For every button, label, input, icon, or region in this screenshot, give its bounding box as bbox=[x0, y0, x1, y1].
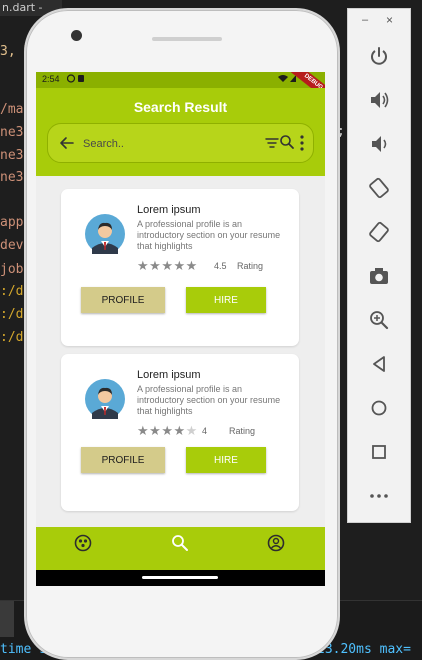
power-icon bbox=[371, 47, 387, 65]
avatar bbox=[85, 214, 125, 254]
home-button[interactable] bbox=[364, 393, 394, 423]
earpiece-speaker bbox=[152, 37, 222, 41]
code-fragment: /ma bbox=[0, 102, 24, 117]
arrow-back-icon[interactable] bbox=[57, 133, 77, 153]
hire-button[interactable]: HIRE bbox=[186, 287, 266, 313]
search-bar[interactable] bbox=[47, 123, 314, 163]
status-time: 2:54 bbox=[42, 74, 60, 84]
rating-value: 4.5 bbox=[214, 261, 227, 271]
code-fragment: ne3 bbox=[0, 125, 24, 140]
search-icon[interactable] bbox=[171, 534, 189, 552]
profile-button[interactable]: PROFILE bbox=[81, 447, 165, 473]
device-screen: 2:54 DEBUG Search Result Search.. Lorem … bbox=[36, 72, 325, 586]
star-icon: ★ bbox=[149, 423, 162, 438]
star-icon: ★ bbox=[185, 258, 198, 273]
overview-icon bbox=[372, 445, 386, 459]
result-card: Lorem ipsum A professional profile is an… bbox=[61, 189, 299, 346]
star-outline-icon: ★ bbox=[185, 423, 198, 438]
star-icon: ★ bbox=[137, 258, 150, 273]
page-title: Search Result bbox=[133, 99, 228, 115]
minimize-button[interactable]: – bbox=[362, 14, 368, 26]
more-icon bbox=[370, 494, 388, 498]
profile-button[interactable]: PROFILE bbox=[81, 287, 165, 313]
code-fragment: ne3 bbox=[0, 170, 24, 185]
zoom-button[interactable] bbox=[364, 305, 394, 335]
result-card: Lorem ipsum A professional profile is an… bbox=[61, 354, 299, 511]
profile-description: A professional profile is an introductor… bbox=[137, 219, 281, 251]
terminal-text-right: 23.20ms max= bbox=[317, 642, 411, 657]
volume-down-button[interactable] bbox=[364, 129, 394, 159]
status-bar: 2:54 DEBUG bbox=[36, 72, 325, 105]
code-fragment: job bbox=[0, 262, 24, 277]
code-fragment: :/d bbox=[0, 330, 24, 345]
close-button[interactable]: × bbox=[386, 13, 393, 27]
home-gesture-handle[interactable] bbox=[142, 576, 218, 579]
app-bar: Search Result bbox=[36, 88, 325, 176]
code-fragment: :/d bbox=[0, 307, 24, 322]
system-gesture-bar bbox=[36, 570, 325, 586]
code-fragment: dev bbox=[0, 238, 24, 253]
hire-button[interactable]: HIRE bbox=[186, 447, 266, 473]
volume-up-button[interactable] bbox=[364, 85, 394, 115]
bottom-navigation bbox=[36, 527, 325, 570]
rotate-left-button[interactable] bbox=[364, 173, 394, 203]
back-icon bbox=[373, 356, 385, 372]
avatar bbox=[85, 379, 125, 419]
star-icon: ★ bbox=[149, 258, 162, 273]
code-fragment: ne3 bbox=[0, 148, 24, 163]
star-icon: ★ bbox=[137, 423, 150, 438]
rotate-left-icon bbox=[369, 177, 389, 199]
star-icon: ★ bbox=[161, 423, 174, 438]
profile-name: Lorem ipsum bbox=[137, 369, 201, 381]
camera-icon bbox=[370, 268, 388, 284]
rotate-right-icon bbox=[369, 221, 389, 243]
panel-scrollbar[interactable] bbox=[0, 601, 14, 637]
overview-button[interactable] bbox=[364, 437, 394, 467]
screenshot-button[interactable] bbox=[364, 261, 394, 291]
back-button[interactable] bbox=[364, 349, 394, 379]
status-notification-icons bbox=[66, 74, 89, 85]
code-fragment: app bbox=[0, 215, 24, 230]
volume-down-icon bbox=[372, 136, 387, 152]
profile-description: A professional profile is an introductor… bbox=[137, 384, 281, 416]
search-input[interactable] bbox=[81, 133, 225, 155]
more-vert-icon[interactable] bbox=[300, 135, 304, 151]
volume-up-icon bbox=[371, 92, 389, 108]
star-rating: ★★★★★ bbox=[137, 424, 198, 437]
dashboard-icon[interactable] bbox=[74, 534, 92, 552]
rotate-right-button[interactable] bbox=[364, 217, 394, 247]
star-icon: ★ bbox=[161, 258, 174, 273]
code-fragment: :/d bbox=[0, 284, 24, 299]
rating-value: 4 bbox=[202, 426, 208, 436]
search-icon[interactable] bbox=[279, 134, 295, 150]
filter-icon[interactable] bbox=[265, 136, 279, 150]
more-options-button[interactable] bbox=[364, 481, 394, 511]
profile-name: Lorem ipsum bbox=[137, 204, 201, 216]
emulator-toolbar: – × bbox=[347, 8, 411, 523]
star-rating: ★★★★★ bbox=[137, 259, 198, 272]
star-icon: ★ bbox=[173, 258, 186, 273]
rating-label: Rating bbox=[237, 261, 264, 271]
rating-label: Rating bbox=[229, 426, 256, 436]
notification-icon bbox=[66, 74, 84, 83]
zoom-icon bbox=[370, 311, 389, 330]
star-icon: ★ bbox=[173, 423, 186, 438]
account-icon[interactable] bbox=[267, 534, 285, 552]
home-icon bbox=[371, 400, 387, 416]
toolbar-titlebar: – × bbox=[348, 9, 410, 35]
results-list[interactable]: Lorem ipsum A professional profile is an… bbox=[36, 176, 325, 527]
power-button[interactable] bbox=[364, 41, 394, 71]
front-camera bbox=[71, 30, 82, 41]
